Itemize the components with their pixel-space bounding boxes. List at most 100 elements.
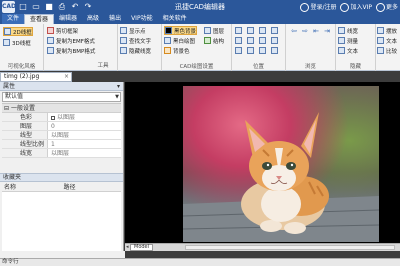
property-value: 0 xyxy=(48,122,121,130)
tab-output[interactable]: 输出 xyxy=(104,14,126,24)
show-points-button[interactable]: 显示点 xyxy=(120,26,146,35)
layers-button[interactable]: 图层 xyxy=(204,26,224,35)
last-view-button[interactable]: ⇥ xyxy=(323,26,331,35)
zoom-all-button[interactable] xyxy=(271,26,278,35)
zoom-window-button[interactable] xyxy=(259,26,266,35)
menu-tabs: 文件 查看器 编辑器 高级 输出 VIP功能 相关软件 xyxy=(0,14,400,24)
quick-access-toolbar: □ ▭ ■ ⎙ ↶ ↷ xyxy=(18,2,93,12)
column-header-path[interactable]: 路径 xyxy=(62,183,122,191)
structure-button[interactable]: 结构 xyxy=(204,36,224,45)
zoom-out-button[interactable] xyxy=(247,26,254,35)
view-2d-button[interactable]: 2D线框 xyxy=(3,27,33,36)
arrow-first-icon: ⇤ xyxy=(313,26,319,35)
scissors-icon xyxy=(47,27,54,34)
fit-button[interactable] xyxy=(247,36,254,45)
view-iso-button[interactable] xyxy=(271,46,278,55)
title-bar: CAD □ ▭ ■ ⎙ ↶ ↷ 迅捷CAD编辑器 登录/注册 加入VIP 更多 xyxy=(0,0,400,14)
copy-emf-button[interactable]: 复制为EMF格式 xyxy=(47,36,95,45)
arrange-button[interactable]: 摆放 xyxy=(377,26,397,35)
property-category[interactable]: ⊟ 一般设置 xyxy=(2,104,121,113)
view-icon xyxy=(235,47,242,54)
vip-button[interactable]: 加入VIP xyxy=(340,2,372,12)
points-icon xyxy=(120,27,127,34)
pin-icon[interactable]: ▾ xyxy=(117,82,120,91)
new-file-icon[interactable]: □ xyxy=(18,2,28,12)
hide-lineweight-button[interactable]: 隐藏线宽 xyxy=(120,46,151,55)
previous-view-button[interactable]: ⇦ xyxy=(290,26,298,35)
view-left-button[interactable] xyxy=(247,46,254,55)
first-view-button[interactable]: ⇤ xyxy=(312,26,320,35)
group-visual-style: 2D线框 3D线框 可视化风格 xyxy=(0,24,44,71)
command-line[interactable]: 命令行 xyxy=(0,258,400,266)
bg-color-button[interactable]: 背景色 xyxy=(164,46,190,55)
panel-footer xyxy=(0,251,125,258)
black-background-button[interactable]: 黑色背景 xyxy=(164,26,198,35)
property-value: 以图层 xyxy=(48,149,121,157)
tab-advanced[interactable]: 高级 xyxy=(82,14,104,24)
bw-icon xyxy=(164,37,171,44)
tab-editor[interactable]: 编辑器 xyxy=(54,14,82,24)
bw-draw-button[interactable]: 黑白绘图 xyxy=(164,36,195,45)
copy-bmp-button[interactable]: 复制为BMP格式 xyxy=(47,46,95,55)
property-row[interactable]: 色彩 以图层 xyxy=(2,113,121,122)
arrow-left-icon: ⇦ xyxy=(291,26,297,35)
favorites-list[interactable] xyxy=(2,192,121,256)
property-name: 色彩 xyxy=(2,113,48,121)
drawing-canvas[interactable] xyxy=(125,82,400,243)
tab-file[interactable]: 文件 xyxy=(2,14,25,24)
pan-icon xyxy=(235,37,242,44)
text-icon xyxy=(338,47,345,54)
redo-icon[interactable]: ↷ xyxy=(83,2,93,12)
document-tab[interactable]: timg (2).jpg xyxy=(0,72,72,82)
rotate-button[interactable] xyxy=(259,36,266,45)
compare-button[interactable]: 比较 xyxy=(377,46,397,55)
column-header-name[interactable]: 名称 xyxy=(2,183,62,191)
tab-vip[interactable]: VIP功能 xyxy=(126,14,158,24)
view-top-button[interactable] xyxy=(235,46,242,55)
open-folder-icon[interactable]: ▭ xyxy=(31,2,41,12)
line-width-button[interactable]: 线宽 xyxy=(338,26,358,35)
cut-frame-button[interactable]: 剪切框架 xyxy=(47,26,78,35)
print-icon[interactable]: ⎙ xyxy=(57,2,67,12)
tab-viewer[interactable]: 查看器 xyxy=(24,14,55,24)
property-row[interactable]: 图层 0 xyxy=(2,122,121,131)
horizontal-scrollbar[interactable] xyxy=(185,245,395,250)
view-icon xyxy=(271,47,278,54)
palette-icon xyxy=(164,47,171,54)
group-extra: 摆放 文本 比较 xyxy=(376,24,400,71)
kitten-photo xyxy=(183,86,379,242)
login-button[interactable]: 登录/注册 xyxy=(300,2,336,12)
group-label: 工具 xyxy=(97,63,109,69)
more-button[interactable]: 更多 xyxy=(375,2,398,12)
pan-button[interactable] xyxy=(235,36,242,45)
group-position: 位置 xyxy=(232,24,286,71)
property-name: 线型 xyxy=(2,131,48,139)
property-row[interactable]: 线型 以图层 xyxy=(2,131,121,140)
view-3d-button[interactable]: 3D线框 xyxy=(3,38,31,47)
zoom-all-icon xyxy=(271,27,278,34)
text-toggle-button[interactable]: 文本 xyxy=(338,46,358,55)
close-icon[interactable]: × xyxy=(64,72,69,82)
properties-dropdown[interactable]: 默认值 ▼ xyxy=(2,92,121,102)
tab-related-software[interactable]: 相关软件 xyxy=(158,14,192,24)
property-row[interactable]: 线宽 以图层 xyxy=(2,149,121,158)
rotate-icon xyxy=(259,37,266,44)
model-tab[interactable]: Model xyxy=(130,244,154,251)
property-row[interactable]: 线型比例 1 xyxy=(2,140,121,149)
app-logo: CAD xyxy=(2,1,16,13)
mirror-button[interactable] xyxy=(271,36,278,45)
measure-button[interactable]: 测量 xyxy=(338,36,358,45)
next-view-button[interactable]: ⇨ xyxy=(301,26,309,35)
zoom-in-icon xyxy=(235,27,242,34)
undo-icon[interactable]: ↶ xyxy=(70,2,80,12)
wireframe-3d-icon xyxy=(3,39,10,46)
view-front-button[interactable] xyxy=(259,46,266,55)
find-text-button[interactable]: 查找文字 xyxy=(120,36,151,45)
kitten-illustration xyxy=(183,112,379,242)
account-area: 登录/注册 加入VIP 更多 xyxy=(300,2,398,12)
tab-nav-icon[interactable]: ◂ xyxy=(126,244,129,251)
zoom-in-button[interactable] xyxy=(235,26,242,35)
save-icon[interactable]: ■ xyxy=(44,2,54,12)
group-browse: ⇦ ⇨ ⇤ ⇥ 浏览 xyxy=(286,24,336,71)
text-button[interactable]: 文本 xyxy=(377,36,397,45)
